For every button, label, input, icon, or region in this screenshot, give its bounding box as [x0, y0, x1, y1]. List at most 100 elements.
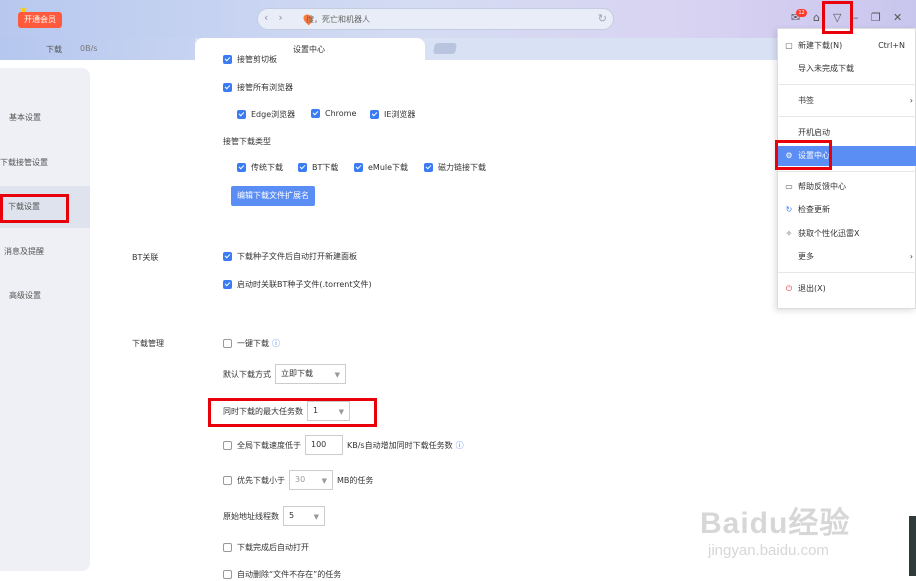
checkbox[interactable] — [354, 163, 363, 172]
menu-item-label: 获取个性化迅雷X — [798, 229, 860, 238]
checkbox[interactable] — [223, 280, 232, 289]
checkbox[interactable] — [223, 543, 232, 552]
checkbox[interactable] — [223, 339, 232, 348]
minimize-icon[interactable]: – — [853, 11, 859, 25]
browser-edge-row[interactable]: Edge浏览器 — [237, 109, 295, 120]
default-mode-select[interactable]: 立即下载 ▼ — [275, 364, 346, 384]
checkbox-label: 下载种子文件后自动打开新建面板 — [237, 252, 357, 261]
watermark: Baidu经验 jingyan.baidu.com — [700, 498, 850, 559]
new-file-icon: ▢ — [785, 41, 793, 50]
menu-item-bookmarks[interactable]: 书签 › — [778, 91, 916, 111]
menu-item-shortcut: Ctrl+N — [878, 41, 905, 50]
menu-item-import[interactable]: 导入未完成下载 — [778, 59, 916, 79]
info-icon[interactable]: ⓘ — [272, 338, 280, 349]
refresh-icon[interactable]: ↻ — [598, 12, 607, 25]
download-mgmt-section-label: 下载管理 — [132, 339, 164, 348]
sidebar-item-advanced[interactable]: 高级设置 — [9, 286, 99, 306]
menu-item-help[interactable]: ▭ 帮助反馈中心 — [778, 177, 916, 197]
chevron-right-icon: › — [909, 96, 913, 105]
annotation-box-download-settings — [0, 194, 69, 223]
menu-item-label: 帮助反馈中心 — [798, 182, 846, 191]
settings-sidebar: 基本设置 下载接管设置 下载设置 消息及提醒 高级设置 — [0, 68, 90, 571]
skin-icon[interactable]: ⌂ — [813, 11, 820, 25]
bt-section-label: BT关联 — [132, 253, 159, 262]
checkbox[interactable] — [223, 83, 232, 92]
checkbox[interactable] — [237, 110, 246, 119]
one-click-row[interactable]: 一键下载 ⓘ — [223, 338, 280, 349]
type-bt-row[interactable]: BT下载 — [298, 162, 338, 173]
menu-item-more[interactable]: 更多 › — [778, 247, 916, 267]
type-magnet-row[interactable]: 磁力链接下载 — [424, 162, 486, 173]
menu-item-new-download[interactable]: ▢ 新建下载(N) Ctrl+N — [778, 36, 916, 56]
default-mode-label: 默认下载方式 — [223, 369, 271, 379]
menu-item-check-update[interactable]: ↻ 检查更新 — [778, 200, 916, 220]
default-mode-row: 默认下载方式 立即下载 ▼ — [223, 364, 346, 384]
vip-button[interactable]: 开通会员 — [18, 12, 62, 28]
threads-row: 原始地址线程数 5 ▼ — [223, 506, 325, 526]
tab-download[interactable]: 下载 0B/s — [0, 38, 195, 60]
checkbox-label: BT下载 — [312, 163, 339, 172]
search-bar[interactable]: ‹ › 搜，死亡和机器人 ↻ — [257, 8, 614, 30]
small-prefix: 优先下载小于 — [237, 475, 285, 485]
checkbox[interactable] — [223, 252, 232, 261]
back-icon[interactable]: ‹ — [264, 11, 268, 24]
edit-extensions-button[interactable]: 编辑下载文件扩展名 — [231, 186, 315, 206]
auto-open-row[interactable]: 下载完成后自动打开 — [223, 542, 309, 553]
menu-item-label: 书签 — [798, 96, 814, 105]
checkbox-label: Chrome — [325, 109, 357, 118]
annotation-box-max-tasks — [208, 398, 377, 427]
takeover-types-heading: 接管下载类型 — [223, 137, 271, 146]
sidebar-item-takeover[interactable]: 下载接管设置 — [0, 153, 90, 173]
small-first-row[interactable]: 优先下载小于 30 ▼ MB的任务 — [223, 470, 373, 490]
new-tab-button[interactable] — [433, 43, 457, 54]
speed-threshold-row[interactable]: 全局下载速度低于 100 KB/s自动增加同时下载任务数 ⓘ — [223, 435, 464, 455]
bt-associate-row[interactable]: 启动时关联BT种子文件(.torrent文件) — [223, 279, 372, 290]
type-traditional-row[interactable]: 传统下载 — [237, 162, 283, 173]
takeover-all-browsers-row[interactable]: 接管所有浏览器 — [223, 82, 293, 93]
restore-icon[interactable]: ❐ — [871, 11, 881, 25]
menu-item-personalize[interactable]: ✧ 获取个性化迅雷X — [778, 224, 916, 244]
checkbox[interactable] — [298, 163, 307, 172]
small-size-select[interactable]: 30 ▼ — [289, 470, 333, 490]
checkbox[interactable] — [223, 440, 232, 450]
bt-open-panel-row[interactable]: 下载种子文件后自动打开新建面板 — [223, 251, 357, 262]
checkbox[interactable] — [370, 110, 379, 119]
browser-ie-row[interactable]: IE浏览器 — [370, 109, 415, 120]
forward-icon[interactable]: › — [278, 11, 282, 24]
threads-select[interactable]: 5 ▼ — [283, 506, 325, 526]
speed-input[interactable]: 100 — [305, 435, 343, 455]
threads-label: 原始地址线程数 — [223, 511, 279, 521]
takeover-clipboard-row[interactable]: 接管剪切板 — [223, 54, 277, 65]
type-emule-row[interactable]: eMule下载 — [354, 162, 408, 173]
menu-item-label: 退出(X) — [798, 284, 826, 293]
scrollbar-thumb[interactable] — [909, 516, 916, 576]
auto-delete-row[interactable]: 自动删除“文件不存在”的任务 — [223, 569, 341, 580]
chevron-down-icon: ▼ — [334, 371, 340, 379]
search-input[interactable]: 搜，死亡和机器人 — [306, 14, 370, 25]
menu-separator — [778, 171, 916, 172]
menu-item-label: 检查更新 — [798, 205, 830, 214]
tab-download-label: 下载 — [46, 45, 62, 54]
menu-item-label: 导入未完成下载 — [798, 64, 854, 73]
checkbox[interactable] — [424, 163, 433, 172]
menu-item-exit[interactable]: ⏻ 退出(X) — [778, 279, 916, 299]
checkbox-label: IE浏览器 — [384, 110, 416, 119]
checkbox[interactable] — [223, 55, 232, 64]
info-icon[interactable]: ⓘ — [456, 440, 464, 451]
checkbox[interactable] — [223, 570, 232, 579]
close-icon[interactable]: ✕ — [893, 11, 902, 25]
sidebar-item-notifications[interactable]: 消息及提醒 — [4, 242, 94, 262]
annotation-box-settings-item — [775, 140, 832, 170]
chat-icon: ▭ — [785, 182, 793, 191]
checkbox[interactable] — [223, 475, 232, 485]
menu-item-label: 更多 — [798, 252, 814, 261]
small-suffix: MB的任务 — [337, 475, 374, 485]
select-value: 立即下载 — [281, 369, 313, 378]
menu-separator — [778, 116, 916, 117]
sidebar-item-basic[interactable]: 基本设置 — [9, 108, 99, 128]
checkbox-label: 一键下载 — [237, 339, 269, 348]
browser-chrome-row[interactable]: Chrome — [311, 109, 356, 118]
select-value: 30 — [295, 475, 306, 484]
checkbox[interactable] — [237, 163, 246, 172]
checkbox[interactable] — [311, 109, 320, 118]
